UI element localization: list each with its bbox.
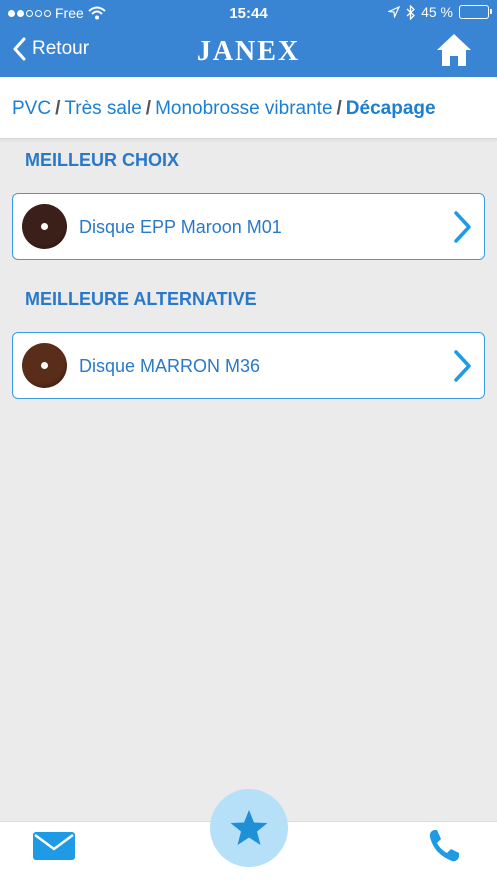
phone-icon[interactable] [427, 828, 461, 864]
home-icon[interactable] [435, 32, 473, 68]
battery-label: 45 % [421, 4, 453, 20]
star-icon [230, 810, 268, 845]
breadcrumb-separator: / [336, 98, 342, 119]
disc-hole [41, 362, 48, 369]
brand-logo: JANEX [196, 36, 301, 67]
breadcrumb-current: Décapage [345, 98, 436, 119]
disc-hole [41, 223, 48, 230]
product-card-best-alternative[interactable]: Disque MARRON M36 [12, 332, 485, 399]
product-card-best-choice[interactable]: Disque EPP Maroon M01 [12, 193, 485, 260]
section-title-best-choice: MEILLEUR CHOIX [25, 150, 180, 170]
bluetooth-icon [406, 4, 416, 20]
battery-icon [459, 5, 492, 19]
breadcrumb-bar: PVC / Très sale / Monobrosse vibrante / Décapa… [0, 77, 497, 139]
breadcrumb-item-monobrosse[interactable]: Monobrosse vibrante [155, 98, 332, 119]
breadcrumb-separator: / [145, 98, 152, 119]
chevron-right-icon [454, 350, 471, 382]
status-bar: Free 15:44 45 % [0, 0, 497, 26]
breadcrumb-item-tres-sale[interactable]: Très sale [64, 98, 141, 119]
chevron-right-icon [454, 211, 471, 243]
section-title-best-alternative: MEILLEURE ALTERNATIVE [25, 289, 257, 309]
app-header: Free 15:44 45 % Retour JANEX [0, 0, 497, 77]
favorites-button[interactable] [210, 789, 288, 867]
breadcrumb: PVC / Très sale / Monobrosse vibrante / Décapa… [12, 98, 436, 120]
status-right: 45 % [388, 4, 492, 20]
nav-bar: Retour JANEX [0, 26, 497, 77]
mail-icon[interactable] [32, 829, 76, 863]
location-icon [388, 6, 401, 18]
disc-thumbnail [22, 204, 67, 249]
breadcrumb-item-pvc[interactable]: PVC [12, 98, 51, 119]
disc-thumbnail [22, 343, 67, 388]
breadcrumb-separator: / [55, 98, 61, 119]
product-label: Disque EPP Maroon M01 [79, 217, 282, 237]
product-label: Disque MARRON M36 [79, 356, 261, 376]
